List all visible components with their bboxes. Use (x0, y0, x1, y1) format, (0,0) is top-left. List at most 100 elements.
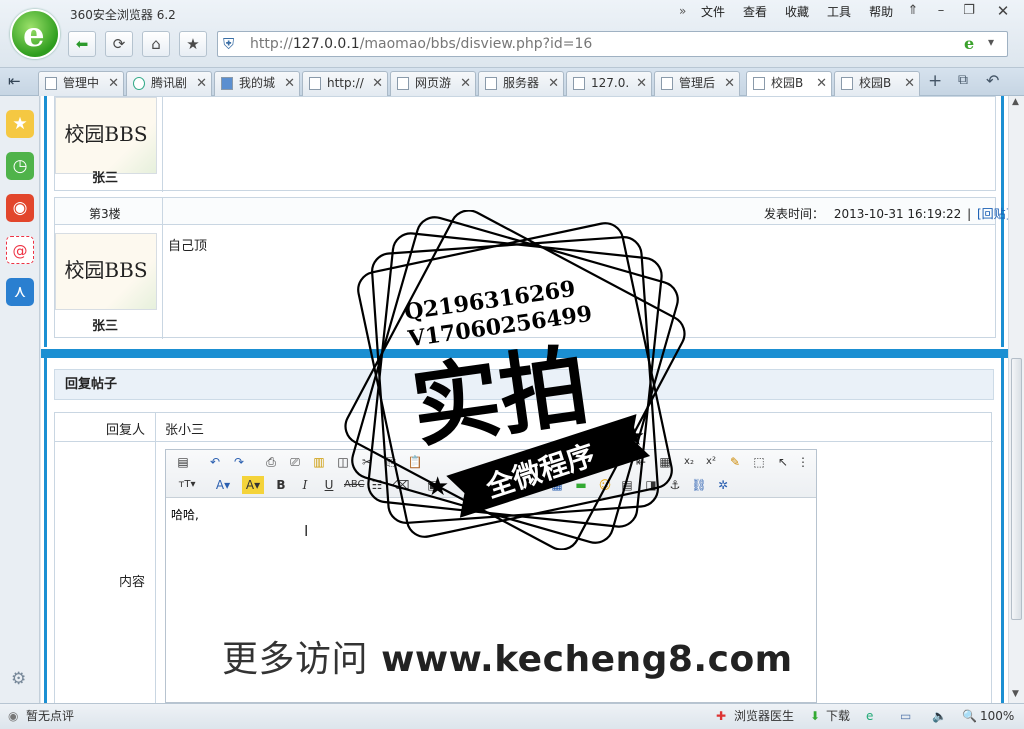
template-icon[interactable]: ▥ (310, 453, 328, 471)
menu-favorites[interactable]: 收藏 (776, 4, 818, 20)
unlink-icon[interactable]: ✲ (714, 476, 732, 494)
indent-icon[interactable]: ⇥ (610, 453, 628, 471)
close-tab-icon[interactable]: ✕ (372, 72, 383, 95)
table-align-icon[interactable]: ▦ (656, 453, 674, 471)
mail-icon[interactable]: @ (6, 236, 34, 264)
browser-doctor[interactable]: 浏览器医生 (734, 704, 794, 728)
sidebar-toggle-icon[interactable]: ⇤ (8, 72, 21, 90)
address-bar[interactable]: ⛨ http://127.0.0.1/maomao/bbs/disview.ph… (217, 31, 1008, 57)
link-icon[interactable]: ⛓ (690, 476, 708, 494)
date-icon[interactable]: ◨ (642, 476, 660, 494)
settings-gear-icon[interactable]: ⚙ (11, 669, 26, 689)
select-all-icon[interactable]: ⬚ (750, 453, 768, 471)
menu-tools[interactable]: 工具 (818, 4, 860, 20)
page-scrollbar[interactable]: ▲ ▼ (1008, 96, 1024, 703)
image-icon[interactable]: ▣ (424, 476, 442, 494)
cursor-icon[interactable]: ↖ (774, 453, 792, 471)
rating-text[interactable]: 暂无点评 (26, 704, 74, 728)
undo-icon[interactable]: ↶ (206, 453, 224, 471)
close-tab-icon[interactable]: ✕ (460, 72, 471, 95)
menu-file[interactable]: 文件 (692, 4, 734, 20)
restore-tab-icon[interactable]: ⧉ (958, 72, 968, 88)
tab-9[interactable]: 校园B ✕ (834, 71, 920, 96)
scrollbar-thumb[interactable] (1011, 358, 1022, 620)
menu-view[interactable]: 查看 (734, 4, 776, 20)
close-tab-icon[interactable]: ✕ (724, 72, 735, 95)
print-icon[interactable]: ⎚ (286, 453, 304, 471)
ie-mode-icon[interactable]: e (964, 34, 974, 53)
close-tab-icon[interactable]: ✕ (108, 72, 119, 95)
home-button[interactable]: ⌂ (142, 31, 170, 57)
strikethrough-icon[interactable]: ABC (344, 476, 365, 494)
window-icon[interactable]: ▭ (900, 704, 911, 728)
eraser-icon[interactable]: ⌫ (392, 476, 410, 494)
emoji-icon[interactable]: ☺ (596, 476, 614, 494)
font-color-icon[interactable]: A▾ (212, 476, 234, 494)
tab-5[interactable]: 服务器 ✕ (478, 71, 564, 96)
favorite-star-button[interactable]: ★ (179, 31, 207, 57)
undo-close-icon[interactable]: ↶ (986, 71, 999, 90)
tab-0[interactable]: 管理中 ✕ (38, 71, 124, 96)
copy-icon[interactable]: ⎘ (382, 453, 400, 471)
media-icon[interactable]: ▤ (618, 476, 636, 494)
font-size-icon[interactable]: тT▾ (174, 476, 200, 494)
hr-icon[interactable]: ▬ (572, 476, 590, 494)
redo-icon[interactable]: ↷ (230, 453, 248, 471)
source-icon[interactable]: ▤ (174, 453, 192, 471)
back-button[interactable]: ⬅ (68, 31, 96, 57)
superscript-icon[interactable]: x² (702, 453, 720, 471)
skin-icon[interactable]: ⇑ (900, 1, 926, 21)
subscript-icon[interactable]: x₂ (680, 453, 698, 471)
preview-icon[interactable]: ⎙ (262, 453, 280, 471)
new-tab-icon[interactable]: + (928, 71, 942, 91)
minimize-button[interactable]: – (928, 1, 954, 21)
close-tab-icon[interactable]: ✕ (548, 72, 559, 95)
editor-content[interactable]: 哈哈, (171, 506, 199, 523)
tab-6[interactable]: 127.0. ✕ (566, 71, 652, 96)
download-button[interactable]: 下载 (826, 704, 850, 728)
clear-format-icon[interactable]: ✎ (726, 453, 744, 471)
menu-help[interactable]: 帮助 (860, 4, 902, 20)
ie-icon[interactable]: e (866, 704, 873, 728)
tab-1[interactable]: 腾讯剧 ✕ (126, 71, 212, 96)
reply-link[interactable]: [回贴] (977, 207, 1008, 221)
weibo-icon[interactable]: ◉ (6, 194, 34, 222)
history-clock-icon[interactable]: ◷ (6, 152, 34, 180)
scroll-up-icon[interactable]: ▲ (1012, 97, 1019, 107)
volume-icon[interactable]: 🔈 (932, 704, 947, 728)
tab-7[interactable]: 管理后 ✕ (654, 71, 740, 96)
refresh-button[interactable]: ⟳ (105, 31, 133, 57)
close-tab-icon[interactable]: ✕ (636, 72, 647, 95)
tab-8-active[interactable]: 校园B ✕ (746, 71, 832, 96)
attachment-icon[interactable]: ⎋ (526, 476, 544, 494)
scroll-down-icon[interactable]: ▼ (1012, 689, 1019, 699)
close-tab-icon[interactable]: ✕ (196, 72, 207, 95)
close-tab-icon[interactable]: ✕ (284, 72, 295, 95)
highlight-icon[interactable]: A▾ (242, 476, 264, 494)
more-icon[interactable]: ⋮ (794, 453, 812, 471)
tab-2[interactable]: 我的城 ✕ (214, 71, 300, 96)
restore-button[interactable]: ❐ (956, 1, 982, 21)
cut-icon[interactable]: ✂ (358, 453, 376, 471)
bold-icon[interactable]: B (272, 476, 290, 494)
close-tab-icon[interactable]: ✕ (904, 72, 915, 95)
close-button[interactable]: ✕ (990, 1, 1016, 21)
favorites-star-icon[interactable]: ★ (6, 110, 34, 138)
apps-icon[interactable]: ⋏ (6, 278, 34, 306)
code-icon[interactable]: ◫ (334, 453, 352, 471)
address-url[interactable]: http://127.0.0.1/maomao/bbs/disview.php?… (250, 36, 592, 52)
anchor-icon[interactable]: ⚓ (666, 476, 684, 494)
menu-overflow-icon[interactable]: » (679, 4, 686, 18)
tab-3[interactable]: http://✕ (302, 71, 388, 96)
italic-icon[interactable]: I (296, 476, 314, 494)
close-tab-icon[interactable]: ✕ (816, 72, 827, 95)
line-height-icon[interactable]: ☷ (368, 476, 386, 494)
paste-icon[interactable]: 📋 (406, 453, 424, 471)
zoom-level[interactable]: 100% (980, 704, 1014, 728)
chevron-down-icon[interactable]: ▾ (988, 35, 994, 49)
table-icon[interactable]: ▦ (548, 476, 566, 494)
browser-logo-icon[interactable]: e (10, 9, 60, 59)
underline-icon[interactable]: U (320, 476, 338, 494)
tab-4[interactable]: 网页游 ✕ (390, 71, 476, 96)
outdent-icon[interactable]: ⇤ (632, 453, 650, 471)
